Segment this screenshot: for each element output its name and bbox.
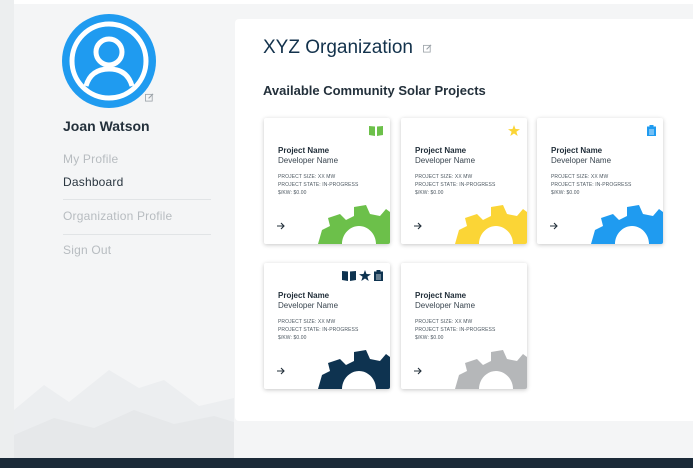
edit-avatar-icon[interactable] bbox=[145, 93, 154, 102]
book-icon bbox=[342, 271, 356, 281]
developer-name: Developer Name bbox=[415, 301, 476, 310]
developer-name: Developer Name bbox=[278, 156, 339, 165]
project-kw: $/KW: $0.00 bbox=[415, 335, 444, 341]
gear-icon bbox=[318, 350, 390, 389]
user-icon bbox=[69, 21, 149, 101]
card-icons bbox=[647, 125, 656, 136]
project-state: PROJECT STATE: IN-PROGRESS bbox=[415, 182, 496, 188]
developer-name: Developer Name bbox=[551, 156, 612, 165]
left-edge bbox=[0, 0, 14, 458]
user-name: Joan Watson bbox=[63, 118, 150, 134]
project-state: PROJECT STATE: IN-PROGRESS bbox=[278, 327, 359, 333]
nav-my-profile[interactable]: My Profile bbox=[63, 152, 118, 166]
section-title: Available Community Solar Projects bbox=[263, 83, 486, 98]
project-kw: $/KW: $0.00 bbox=[551, 190, 580, 196]
card-icons bbox=[342, 270, 383, 281]
gear-icon bbox=[318, 205, 390, 244]
arrow-right-icon[interactable] bbox=[277, 222, 285, 230]
arrow-right-icon[interactable] bbox=[414, 222, 422, 230]
project-state: PROJECT STATE: IN-PROGRESS bbox=[278, 182, 359, 188]
project-size: PROJECT SIZE: XX MW bbox=[415, 174, 473, 180]
project-size: PROJECT SIZE: XX MW bbox=[278, 319, 336, 325]
arrow-right-icon[interactable] bbox=[414, 367, 422, 375]
developer-name: Developer Name bbox=[278, 301, 339, 310]
top-edge bbox=[14, 0, 693, 4]
gear-icon bbox=[455, 350, 527, 389]
project-state: PROJECT STATE: IN-PROGRESS bbox=[415, 327, 496, 333]
organization-title: XYZ Organization bbox=[263, 37, 413, 58]
footer-bar bbox=[0, 458, 693, 468]
project-size: PROJECT SIZE: XX MW bbox=[415, 319, 473, 325]
clipboard-icon bbox=[647, 125, 656, 136]
app-window: Joan Watson My Profile Dashboard Organiz… bbox=[0, 0, 693, 468]
project-card[interactable]: Project Name Developer Name PROJECT SIZE… bbox=[264, 118, 390, 244]
star-icon bbox=[359, 270, 371, 281]
project-name: Project Name bbox=[278, 291, 330, 300]
nav-divider bbox=[63, 234, 211, 235]
book-icon bbox=[369, 126, 383, 136]
edit-organization-icon[interactable] bbox=[423, 44, 432, 53]
arrow-right-icon[interactable] bbox=[550, 222, 558, 230]
project-name: Project Name bbox=[278, 146, 330, 155]
mountains-background bbox=[14, 370, 234, 458]
project-card[interactable]: Project Name Developer Name PROJECT SIZE… bbox=[264, 263, 390, 389]
project-card[interactable]: Project Name Developer Name PROJECT SIZE… bbox=[401, 263, 527, 389]
project-name: Project Name bbox=[551, 146, 603, 155]
developer-name: Developer Name bbox=[415, 156, 476, 165]
gear-icon bbox=[455, 205, 527, 244]
clipboard-icon bbox=[374, 270, 383, 281]
project-kw: $/KW: $0.00 bbox=[278, 335, 307, 341]
project-kw: $/KW: $0.00 bbox=[415, 190, 444, 196]
nav-divider bbox=[63, 199, 211, 200]
project-card[interactable]: Project Name Developer Name PROJECT SIZE… bbox=[401, 118, 527, 244]
project-card[interactable]: Project Name Developer Name PROJECT SIZE… bbox=[537, 118, 663, 244]
project-size: PROJECT SIZE: XX MW bbox=[551, 174, 609, 180]
gear-icon bbox=[591, 205, 663, 244]
avatar[interactable] bbox=[62, 14, 156, 108]
nav-sign-out[interactable]: Sign Out bbox=[63, 243, 111, 257]
star-icon bbox=[508, 125, 520, 136]
project-name: Project Name bbox=[415, 291, 467, 300]
card-icons bbox=[369, 125, 383, 136]
arrow-right-icon[interactable] bbox=[277, 367, 285, 375]
project-kw: $/KW: $0.00 bbox=[278, 190, 307, 196]
nav-organization-profile[interactable]: Organization Profile bbox=[63, 209, 172, 223]
nav-dashboard[interactable]: Dashboard bbox=[63, 175, 124, 189]
project-state: PROJECT STATE: IN-PROGRESS bbox=[551, 182, 632, 188]
project-name: Project Name bbox=[415, 146, 467, 155]
card-icons bbox=[508, 125, 520, 136]
project-size: PROJECT SIZE: XX MW bbox=[278, 174, 336, 180]
